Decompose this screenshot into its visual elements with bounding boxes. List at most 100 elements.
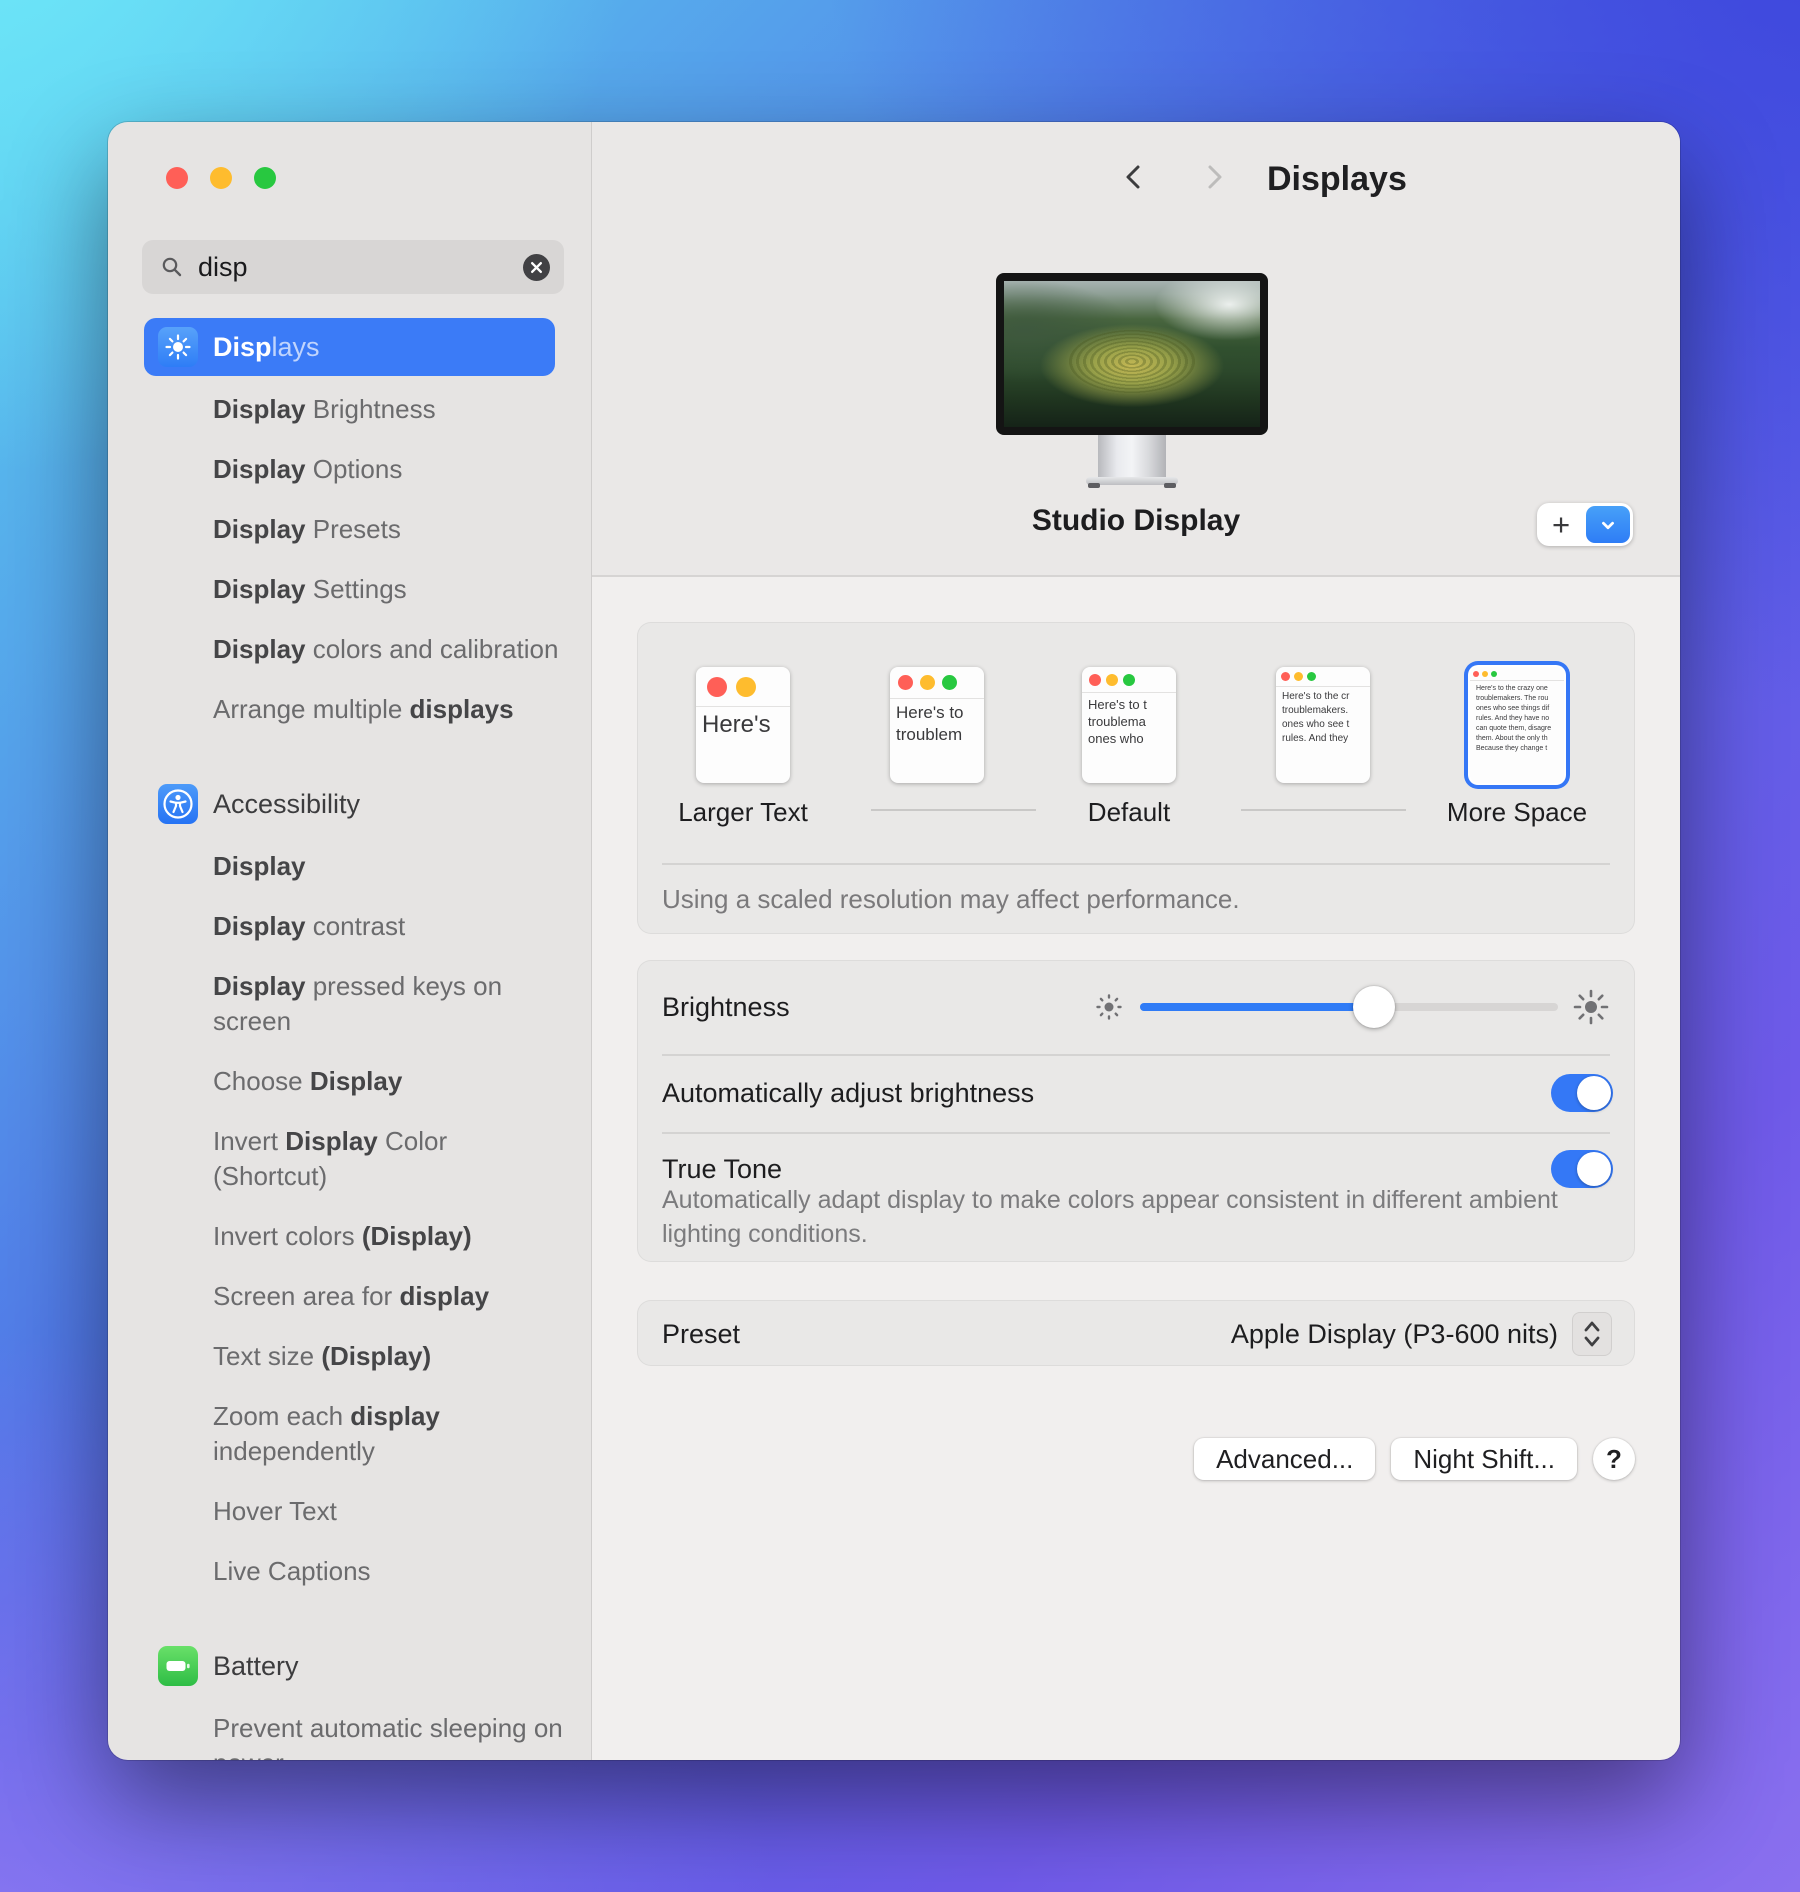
divider	[662, 1132, 1610, 1134]
brightness-label: Brightness	[662, 961, 790, 1054]
brightness-card: Brightness	[637, 960, 1635, 1262]
thumbnail-titlebar	[1470, 667, 1564, 681]
true-tone-description: Automatically adapt display to make colo…	[662, 1183, 1582, 1251]
thumbnail-sample-text: Here's totroublem	[890, 699, 984, 746]
scaling-option-thumbnail-larger-text[interactable]: Here's	[696, 667, 790, 783]
thumbnail-sample-text: Here's to ttroublemaones who	[1082, 693, 1176, 747]
device-name: Studio Display	[592, 504, 1680, 538]
advanced-button[interactable]: Advanced...	[1194, 1438, 1375, 1480]
sidebar-group-accessibility[interactable]: Accessibility	[144, 775, 555, 833]
sidebar-result-item[interactable]: Display contrast	[213, 909, 563, 944]
sidebar-group-label: Battery	[213, 1651, 299, 1682]
auto-brightness-toggle[interactable]	[1551, 1074, 1613, 1112]
thumbnail-titlebar	[1082, 667, 1176, 693]
scaling-separator-line	[871, 809, 1036, 811]
sidebar-result-item[interactable]: Display Brightness	[213, 392, 563, 427]
thumbnail-sample-text: Here's	[696, 707, 790, 740]
scaling-option-label: More Space	[1447, 797, 1587, 828]
sidebar-result-item[interactable]: Choose Display	[213, 1064, 563, 1099]
traffic-dot	[1281, 672, 1290, 681]
traffic-dot	[898, 675, 913, 690]
close-button[interactable]	[166, 167, 188, 189]
plus-icon[interactable]: +	[1537, 505, 1585, 545]
scaling-option-label: Default	[1088, 797, 1170, 828]
sidebar: Displays Display Brightness Display Option…	[108, 122, 592, 1760]
clear-search-icon[interactable]	[523, 254, 550, 281]
sidebar-result-item[interactable]: Invert colors (Display)	[213, 1219, 563, 1254]
search-field[interactable]	[142, 240, 564, 294]
resolution-scaling-card: Here's Larger Text Here's totroublem Here's…	[637, 622, 1635, 934]
add-display-button[interactable]: +	[1537, 503, 1633, 546]
sidebar-result-item[interactable]: Display Options	[213, 452, 563, 487]
traffic-dot	[1106, 674, 1118, 686]
system-settings-window: Displays Display Brightness Display Option…	[108, 122, 1680, 1760]
displays-icon	[158, 327, 198, 367]
preset-label: Preset	[662, 1301, 740, 1367]
thumbnail-titlebar	[1276, 667, 1370, 687]
main-panel: Displays Studio Display +	[592, 122, 1680, 1760]
divider	[662, 863, 1610, 865]
scaling-option-thumbnail[interactable]: Here's totroublem	[890, 667, 984, 783]
footer-buttons: Advanced... Night Shift... ?	[637, 1438, 1635, 1480]
battery-icon	[158, 1646, 198, 1686]
traffic-dot	[1123, 674, 1135, 686]
sidebar-result-item[interactable]: Display	[213, 849, 563, 884]
sidebar-group-displays[interactable]: Displays	[144, 318, 555, 376]
scaling-performance-note: Using a scaled resolution may affect per…	[662, 881, 1240, 917]
traffic-dot	[1491, 671, 1497, 677]
thumbnail-titlebar	[696, 667, 790, 707]
preset-value: Apple Display (P3-600 nits)	[1231, 1301, 1558, 1367]
help-button[interactable]: ?	[1593, 1438, 1635, 1480]
true-tone-toggle[interactable]	[1551, 1150, 1613, 1188]
sidebar-group-label: Displays	[213, 332, 320, 363]
auto-brightness-label: Automatically adjust brightness	[662, 1054, 1034, 1132]
sidebar-result-item[interactable]: Display pressed keys on screen	[213, 969, 563, 1039]
brightness-slider-track[interactable]	[1140, 1003, 1558, 1011]
settings-pane: Here's Larger Text Here's totroublem Here's…	[592, 577, 1680, 1760]
scaling-option-thumbnail[interactable]: Here's to the crtroublemakers.ones who s…	[1276, 667, 1370, 783]
sidebar-result-item[interactable]: Live Captions	[213, 1554, 563, 1589]
thumbnail-sample-text: Here's to the crtroublemakers.ones who s…	[1276, 687, 1370, 746]
sidebar-result-item[interactable]: Text size (Display)	[213, 1339, 563, 1374]
desktop-background: Displays Display Brightness Display Option…	[0, 0, 1800, 1892]
back-icon[interactable]	[1119, 162, 1149, 192]
traffic-dot	[1482, 671, 1488, 677]
traffic-dot	[1307, 672, 1316, 681]
display-preview-image	[996, 273, 1268, 435]
scaling-separator-line	[1241, 809, 1406, 811]
add-display-menu-button[interactable]	[1586, 506, 1630, 543]
preset-dropdown-stepper[interactable]	[1572, 1312, 1612, 1356]
night-shift-button[interactable]: Night Shift...	[1391, 1438, 1577, 1480]
traffic-dot	[1294, 672, 1303, 681]
sidebar-group-battery[interactable]: Battery	[144, 1637, 555, 1695]
true-tone-label: True Tone	[662, 1154, 782, 1184]
sidebar-result-item[interactable]: Prevent automatic sleeping on power	[213, 1711, 563, 1760]
traffic-dot	[736, 677, 756, 697]
sidebar-result-item[interactable]: Screen area for display	[213, 1279, 563, 1314]
brightness-dim-icon	[1094, 992, 1124, 1022]
preset-card: Preset Apple Display (P3-600 nits)	[637, 1300, 1635, 1366]
sidebar-result-item[interactable]: Invert Display Color (Shortcut)	[213, 1124, 563, 1194]
page-title: Displays	[1267, 160, 1407, 199]
thumbnail-sample-text: Here's to the crazy onetroublemakers. Th…	[1470, 681, 1564, 754]
scaling-option-label: Larger Text	[678, 797, 808, 828]
zoom-button[interactable]	[254, 167, 276, 189]
scaling-option-thumbnail-more-space[interactable]: Here's to the crazy onetroublemakers. Th…	[1470, 667, 1564, 783]
stepper-icon	[1581, 1317, 1603, 1351]
scaling-option-thumbnail-default[interactable]: Here's to ttroublemaones who	[1082, 667, 1176, 783]
sidebar-result-item[interactable]: Hover Text	[213, 1494, 563, 1529]
thumbnail-titlebar	[890, 667, 984, 699]
brightness-slider-knob[interactable]	[1353, 986, 1395, 1028]
search-input[interactable]	[196, 251, 523, 284]
minimize-button[interactable]	[210, 167, 232, 189]
brightness-bright-icon	[1572, 988, 1610, 1026]
sidebar-result-item[interactable]: Zoom each display independently	[213, 1399, 563, 1469]
chevron-down-icon	[1597, 514, 1619, 536]
brightness-slider-fill	[1140, 1003, 1374, 1011]
sidebar-result-item[interactable]: Display Settings	[213, 572, 563, 607]
sidebar-results-list: Displays Display Brightness Display Option…	[108, 318, 591, 1760]
sidebar-result-item[interactable]: Display colors and calibration	[213, 632, 563, 667]
sidebar-result-item[interactable]: Arrange multiple displays	[213, 692, 563, 727]
sidebar-result-item[interactable]: Display Presets	[213, 512, 563, 547]
forward-icon[interactable]	[1199, 162, 1229, 192]
